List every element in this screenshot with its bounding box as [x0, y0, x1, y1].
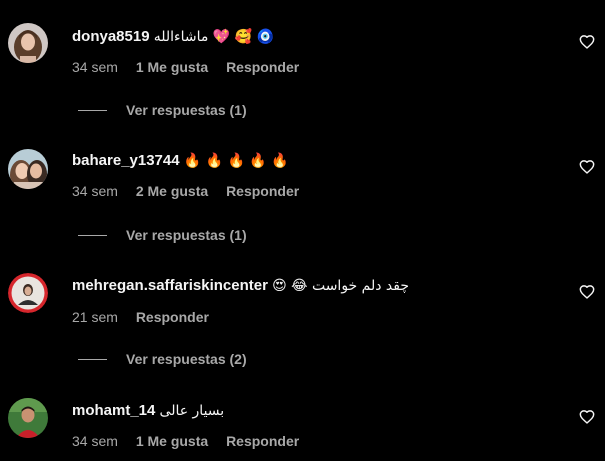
comment-text: 😍 😂 چقد دلم خواست: [272, 278, 410, 294]
reply-button[interactable]: Responder: [136, 309, 209, 325]
avatar-logo-red-ring: [8, 273, 48, 313]
view-replies-label: Ver respuestas (1): [126, 227, 247, 243]
avatar-bahare_y13744[interactable]: [8, 149, 48, 189]
replies-divider: [78, 109, 107, 111]
comment-likes[interactable]: 2 Me gusta: [136, 183, 208, 199]
comment-time[interactable]: 34 sem: [72, 183, 118, 199]
comment-username[interactable]: donya8519: [72, 28, 150, 45]
comment-time[interactable]: 34 sem: [72, 433, 118, 449]
comment-meta: 34 sem 1 Me gusta Responder: [72, 58, 299, 76]
comment-time[interactable]: 21 sem: [72, 309, 118, 325]
reply-button[interactable]: Responder: [226, 183, 299, 199]
heart-outline-icon[interactable]: [579, 409, 595, 425]
avatar-mehregan.saffariskincenter[interactable]: [8, 273, 48, 313]
comment-header: bahare_y13744 🔥 🔥 🔥 🔥 🔥: [72, 150, 289, 172]
view-replies-label: Ver respuestas (2): [126, 351, 247, 367]
view-replies-button[interactable]: Ver respuestas (1): [78, 226, 247, 244]
avatar-photo-boy-green: [8, 398, 48, 438]
avatar-photo-woman-long-hair: [8, 23, 48, 63]
view-replies-button[interactable]: Ver respuestas (2): [78, 350, 247, 368]
avatar-photo-two-women: [8, 149, 48, 189]
replies-divider: [78, 358, 107, 360]
comment-header: mehregan.saffariskincenter 😍 😂 چقد دلم خ…: [72, 275, 409, 297]
comment-text: بسیار عالی: [159, 403, 225, 419]
comment-meta: 21 sem Responder: [72, 308, 209, 326]
comment-likes[interactable]: 1 Me gusta: [136, 59, 208, 75]
heart-outline-icon[interactable]: [579, 159, 595, 175]
comment-likes[interactable]: 1 Me gusta: [136, 433, 208, 449]
comment-meta: 34 sem 1 Me gusta Responder: [72, 432, 299, 450]
avatar-donya8519[interactable]: [8, 23, 48, 63]
comment-text: 🔥 🔥 🔥 🔥 🔥: [183, 153, 289, 169]
comment-header: donya8519 ماشاءالله 💖 🥰 🧿: [72, 26, 274, 48]
comment-username[interactable]: bahare_y13744: [72, 152, 180, 169]
avatar-mohamt_14[interactable]: [8, 398, 48, 438]
view-replies-label: Ver respuestas (1): [126, 102, 247, 118]
heart-outline-icon[interactable]: [579, 284, 595, 300]
comment-username[interactable]: mohamt_14: [72, 402, 155, 419]
reply-button[interactable]: Responder: [226, 433, 299, 449]
replies-divider: [78, 234, 107, 236]
comment-username[interactable]: mehregan.saffariskincenter: [72, 277, 268, 294]
comment-text: ماشاءالله 💖 🥰 🧿: [153, 29, 275, 45]
comment-meta: 34 sem 2 Me gusta Responder: [72, 182, 299, 200]
comment-header: mohamt_14 بسیار عالی: [72, 400, 224, 422]
comment-time[interactable]: 34 sem: [72, 59, 118, 75]
view-replies-button[interactable]: Ver respuestas (1): [78, 101, 247, 119]
heart-outline-icon[interactable]: [579, 34, 595, 50]
reply-button[interactable]: Responder: [226, 59, 299, 75]
